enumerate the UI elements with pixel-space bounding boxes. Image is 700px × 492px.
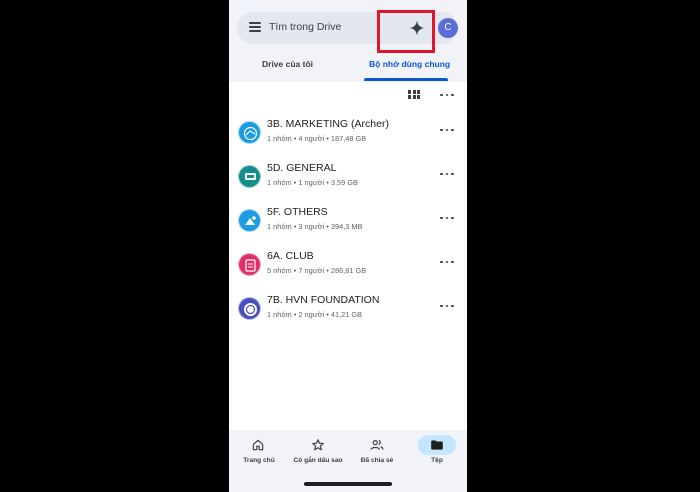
drive-avatar-icon xyxy=(238,121,261,144)
folder-icon xyxy=(431,440,443,450)
nav-item-home[interactable]: Trang chủ xyxy=(229,430,289,478)
menu-icon[interactable] xyxy=(249,22,261,32)
active-tab-indicator xyxy=(364,78,448,81)
drive-meta: 5 nhóm • 7 người • 286,81 GB xyxy=(267,266,367,275)
drive-meta: 1 nhóm • 4 người • 187,48 GB xyxy=(267,134,367,143)
nav-label-files: Tệp xyxy=(431,457,443,464)
list-item[interactable]: 5D. GENERAL 1 nhóm • 1 người • 3,59 GB xyxy=(229,160,467,204)
drive-avatar-icon xyxy=(238,165,261,188)
drive-avatar-icon xyxy=(238,209,261,232)
list-item[interactable]: 3B. MARKETING (Archer) 1 nhóm • 4 người … xyxy=(229,116,467,160)
more-options-icon[interactable] xyxy=(440,171,454,177)
home-indicator xyxy=(304,482,392,486)
nav-label-home: Trang chủ xyxy=(243,457,275,464)
grid-view-icon[interactable] xyxy=(408,90,420,100)
nav-label-shared: Đã chia sẻ xyxy=(360,457,394,464)
more-options-icon[interactable] xyxy=(440,127,454,133)
search-placeholder[interactable]: Tìm trong Drive xyxy=(269,21,341,33)
star-icon xyxy=(312,439,324,451)
top-app-bar: Tìm trong Drive C Drive của tôi Bộ nhớ d… xyxy=(229,0,467,82)
nav-label-starred: Có gắn dấu sao xyxy=(293,457,343,464)
drive-meta: 1 nhóm • 2 người • 41,21 GB xyxy=(267,310,363,319)
highlight-annotation-box xyxy=(377,10,435,53)
tab-my-drive[interactable]: Drive của tôi xyxy=(262,59,313,69)
more-options-icon[interactable] xyxy=(440,259,454,265)
nav-item-starred[interactable]: Có gắn dấu sao xyxy=(288,430,348,478)
drive-name: 5D. GENERAL xyxy=(267,162,337,174)
account-avatar[interactable]: C xyxy=(438,18,458,38)
list-item[interactable]: 7B. HVN FOUNDATION 1 nhóm • 2 người • 41… xyxy=(229,292,467,336)
drive-name: 3B. MARKETING (Archer) xyxy=(267,118,389,130)
drive-name: 5F. OTHERS xyxy=(267,206,328,218)
drive-meta: 1 nhóm • 3 người • 394,3 MB xyxy=(267,222,363,231)
nav-item-files[interactable]: Tệp xyxy=(407,430,467,478)
drive-app-screen: Tìm trong Drive C Drive của tôi Bộ nhớ d… xyxy=(229,0,467,492)
people-icon xyxy=(370,440,384,450)
more-options-icon[interactable] xyxy=(440,303,454,309)
drive-name: 6A. CLUB xyxy=(267,250,314,262)
tab-shared-drives[interactable]: Bộ nhớ dùng chung xyxy=(369,59,450,69)
drive-avatar-icon xyxy=(238,297,261,320)
list-item[interactable]: 6A. CLUB 5 nhóm • 7 người • 286,81 GB xyxy=(229,248,467,292)
home-icon xyxy=(252,439,264,451)
drive-avatar-icon xyxy=(238,253,261,276)
nav-item-shared[interactable]: Đã chia sẻ xyxy=(347,430,407,478)
drive-name: 7B. HVN FOUNDATION xyxy=(267,294,380,306)
more-options-icon[interactable] xyxy=(440,215,454,221)
more-horiz-icon[interactable] xyxy=(440,92,454,98)
list-item[interactable]: 5F. OTHERS 1 nhóm • 3 người • 394,3 MB xyxy=(229,204,467,248)
drive-meta: 1 nhóm • 1 người • 3,59 GB xyxy=(267,178,358,187)
